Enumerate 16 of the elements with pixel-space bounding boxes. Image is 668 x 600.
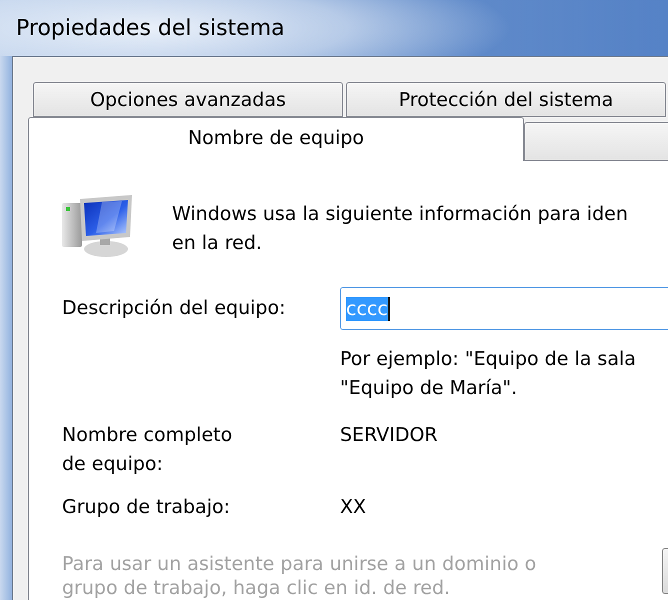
side-button[interactable]	[662, 548, 668, 594]
info-label: Grupo de trabajo:	[62, 495, 232, 520]
info-value: SERVIDOR	[340, 423, 438, 448]
info-label: Nombre completo de equipo:	[62, 423, 234, 477]
example-text: Por ejemplo: "Equipo de la sala "Equipo de María".	[340, 347, 636, 401]
tab[interactable]: Protección del sistema	[346, 82, 666, 117]
help-text: Para usar un asistente para unirse a un dominio o grupo de trabajo, haga clic en id. de red.	[62, 552, 538, 600]
intro-text: Windows usa la siguiente información para iden en la red.	[172, 202, 628, 256]
window-title: Propiedades del sistema	[16, 16, 285, 40]
tab[interactable]	[524, 122, 668, 160]
selected-text: cccc	[346, 296, 388, 320]
tab[interactable]: Nombre de equipo	[28, 117, 524, 161]
tab[interactable]: Opciones avanzadas	[33, 82, 343, 117]
info-value: XX	[340, 495, 366, 520]
computer-icon	[62, 195, 134, 257]
field-label: Descripción del equipo:	[62, 296, 286, 321]
